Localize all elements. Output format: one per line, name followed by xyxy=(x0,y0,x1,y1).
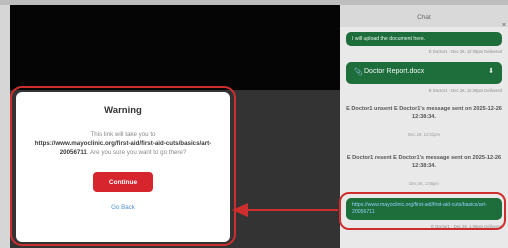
warning-modal: Warning This link will take you to https… xyxy=(16,92,230,242)
message-text: I will upload the document here. xyxy=(352,36,426,42)
system-time: Dec 26, 1:06pm xyxy=(409,181,439,186)
file-name: Doctor Report.docx xyxy=(364,68,425,75)
file-message[interactable]: 📎 Doctor Report.docx ⬇ xyxy=(346,62,502,84)
system-notice: E Doctor1 resent E Doctor1's message sen… xyxy=(346,155,502,169)
attachment-icon: 📎 xyxy=(354,69,363,76)
modal-title: Warning xyxy=(104,105,142,116)
download-icon[interactable]: ⬇ xyxy=(488,68,494,75)
message-meta: E Doctor1 - Dec 26, 12:35pm Delivered xyxy=(428,88,502,93)
system-notice: E Doctor1 unsent E Doctor1's message sen… xyxy=(346,106,502,120)
chat-header: Chat × xyxy=(340,5,508,29)
modal-message: This link will take you to https://www.m… xyxy=(34,131,212,156)
message-meta: E Doctor1 - Dec 26, 12:35pm Delivered xyxy=(428,49,502,54)
arrow-icon xyxy=(232,203,338,217)
close-icon[interactable]: × xyxy=(502,13,506,39)
chat-message: I will upload the document here. xyxy=(346,32,502,46)
modal-text-prefix: This link will take you to xyxy=(90,131,156,138)
go-back-button[interactable]: Go Back xyxy=(111,204,135,211)
modal-text-suffix: Are you sure you want to go there? xyxy=(89,149,187,156)
continue-button[interactable]: Continue xyxy=(93,172,153,192)
link-highlight-frame xyxy=(339,192,506,230)
chat-title: Chat xyxy=(417,14,431,21)
system-time: Dec 26, 12:51pm xyxy=(408,132,440,137)
